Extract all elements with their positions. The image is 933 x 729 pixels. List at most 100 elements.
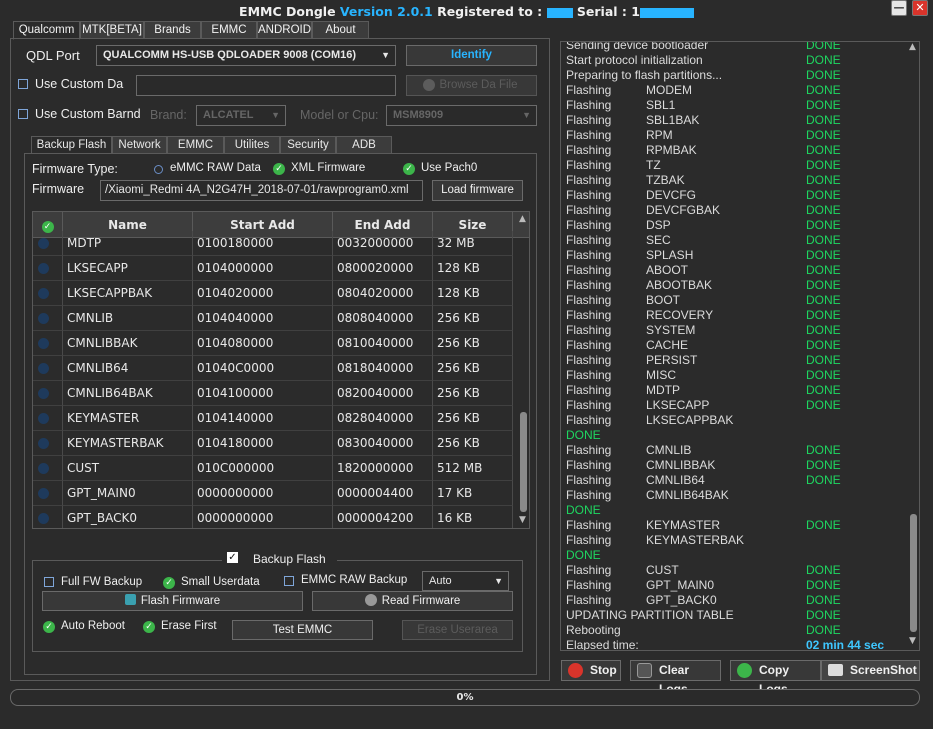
- log-action: Flashing: [566, 143, 612, 157]
- erase-userarea-button[interactable]: Erase Userarea: [402, 620, 513, 640]
- custom-da-path-input[interactable]: [136, 75, 396, 96]
- row-checkbox[interactable]: [38, 263, 49, 274]
- full-fw-backup-checkbox[interactable]: [44, 577, 54, 587]
- emmc-raw-backup-checkbox[interactable]: [284, 576, 294, 586]
- table-row[interactable]: CMNLIB64 01040C0000 0818040000 256 KB: [33, 356, 513, 381]
- row-select-cell[interactable]: [33, 356, 63, 381]
- log-status: 02 min 44 sec: [806, 638, 885, 651]
- row-checkbox[interactable]: [38, 463, 49, 474]
- row-select-cell[interactable]: [33, 381, 63, 406]
- row-select-cell[interactable]: [33, 481, 63, 506]
- scroll-up-icon[interactable]: ▲: [519, 214, 526, 224]
- chevron-down-icon: ▼: [381, 50, 390, 60]
- scroll-down-icon[interactable]: ▼: [519, 515, 526, 525]
- table-row[interactable]: LKSECAPPBAK 0104020000 0804020000 128 KB: [33, 281, 513, 306]
- table-row[interactable]: GPT_MAIN0 0000000000 0000004400 17 KB: [33, 481, 513, 506]
- copy-logs-button[interactable]: Copy Logs: [730, 660, 821, 696]
- row-checkbox[interactable]: [38, 388, 49, 399]
- log-action: Flashing: [566, 368, 612, 382]
- table-row[interactable]: CMNLIB64BAK 0104100000 0820040000 256 KB: [33, 381, 513, 406]
- minimize-button[interactable]: —: [891, 0, 907, 16]
- row-select-cell[interactable]: [33, 431, 63, 456]
- xml-firmware-check-icon[interactable]: ✓: [273, 163, 285, 175]
- close-button[interactable]: ✕: [912, 0, 928, 16]
- row-checkbox[interactable]: [38, 338, 49, 349]
- row-select-cell[interactable]: [33, 331, 63, 356]
- backup-flash-checkbox[interactable]: ✓: [227, 552, 238, 563]
- row-checkbox[interactable]: [38, 313, 49, 324]
- row-checkbox[interactable]: [38, 363, 49, 374]
- table-row[interactable]: KEYMASTER 0104140000 0828040000 256 KB: [33, 406, 513, 431]
- cell-start-add: 0104180000: [193, 431, 333, 456]
- backup-mode-select[interactable]: Auto ▼: [422, 571, 509, 591]
- camera-icon: [828, 664, 843, 676]
- table-scroll-thumb[interactable]: [520, 412, 527, 512]
- log-partition: LKSECAPP: [646, 398, 710, 412]
- row-checkbox[interactable]: [38, 513, 49, 524]
- row-select-cell[interactable]: [33, 281, 63, 306]
- row-select-cell[interactable]: [33, 306, 63, 331]
- log-scroll-thumb[interactable]: [910, 514, 917, 632]
- tab-sub-emmc[interactable]: EMMC: [167, 136, 224, 154]
- log-partition: CMNLIB64: [646, 473, 705, 487]
- erase-first-check-icon[interactable]: ✓: [143, 621, 155, 633]
- tab-android[interactable]: ANDROID: [257, 21, 312, 39]
- log-action: Flashing: [566, 518, 612, 532]
- use-custom-da-checkbox[interactable]: [18, 79, 28, 89]
- tab-emmc[interactable]: EMMC: [201, 21, 257, 39]
- tab-mtk[interactable]: MTK[BETA]: [80, 21, 144, 39]
- table-row[interactable]: LKSECAPP 0104000000 0800020000 128 KB: [33, 256, 513, 281]
- log-partition: CMNLIB: [646, 443, 692, 457]
- browse-da-button[interactable]: Browse Da File: [406, 75, 537, 96]
- table-scrollbar[interactable]: ▲ ▼: [516, 212, 530, 528]
- model-select[interactable]: MSM8909 ▼: [386, 105, 537, 126]
- row-select-cell[interactable]: [33, 231, 63, 256]
- log-scrollbar[interactable]: ▲ ▼: [907, 41, 920, 651]
- row-checkbox[interactable]: [38, 488, 49, 499]
- scroll-down-icon[interactable]: ▼: [909, 636, 916, 646]
- test-emmc-button[interactable]: Test EMMC: [232, 620, 373, 640]
- row-select-cell[interactable]: [33, 406, 63, 431]
- table-row[interactable]: GPT_BACK0 0000000000 0000004200 16 KB: [33, 506, 513, 528]
- log-status: DONE: [806, 188, 841, 202]
- small-userdata-check-icon[interactable]: ✓: [163, 577, 175, 589]
- table-row[interactable]: CUST 010C000000 1820000000 512 MB: [33, 456, 513, 481]
- table-row[interactable]: CMNLIB 0104040000 0808040000 256 KB: [33, 306, 513, 331]
- clear-logs-button[interactable]: Clear Logs: [630, 660, 721, 696]
- row-checkbox[interactable]: [38, 238, 49, 249]
- raw-data-radio[interactable]: [154, 165, 163, 174]
- table-row[interactable]: KEYMASTERBAK 0104180000 0830040000 256 KB: [33, 431, 513, 456]
- read-firmware-button[interactable]: Read Firmware: [312, 591, 513, 611]
- row-checkbox[interactable]: [38, 288, 49, 299]
- tab-network[interactable]: Network: [112, 136, 167, 154]
- cell-name: MDTP: [63, 231, 193, 256]
- row-select-cell[interactable]: [33, 506, 63, 528]
- firmware-path-input[interactable]: /Xiaomi_Redmi 4A_N2G47H_2018-07-01/rawpr…: [100, 180, 423, 201]
- table-row[interactable]: MDTP 0100180000 0032000000 32 MB: [33, 231, 513, 256]
- qdl-port-select[interactable]: QUALCOMM HS-USB QDLOADER 9008 (COM16) ▼: [96, 45, 396, 66]
- tab-backup-flash[interactable]: Backup Flash: [31, 136, 112, 154]
- tab-about[interactable]: About: [312, 21, 369, 39]
- row-select-cell[interactable]: [33, 256, 63, 281]
- load-firmware-button[interactable]: Load firmware: [432, 180, 523, 201]
- use-pach-check-icon[interactable]: ✓: [403, 163, 415, 175]
- flash-firmware-button[interactable]: Flash Firmware: [42, 591, 303, 611]
- brand-select[interactable]: ALCATEL ▼: [196, 105, 286, 126]
- row-checkbox[interactable]: [38, 438, 49, 449]
- stop-button[interactable]: Stop: [561, 660, 621, 681]
- row-select-cell[interactable]: [33, 456, 63, 481]
- tab-adb[interactable]: ADB: [336, 136, 392, 154]
- log-partition: MDTP: [646, 383, 680, 397]
- auto-reboot-check-icon[interactable]: ✓: [43, 621, 55, 633]
- table-row[interactable]: CMNLIBBAK 0104080000 0810040000 256 KB: [33, 331, 513, 356]
- screenshot-button[interactable]: ScreenShot: [821, 660, 920, 681]
- use-custom-brand-checkbox[interactable]: [18, 109, 28, 119]
- tab-security[interactable]: Security: [280, 136, 336, 154]
- gear-icon: [364, 594, 377, 606]
- tab-utilites[interactable]: Utilites: [224, 136, 280, 154]
- log-partition: SBL1: [646, 98, 676, 112]
- identify-button[interactable]: Identify: [406, 45, 537, 66]
- row-checkbox[interactable]: [38, 413, 49, 424]
- scroll-up-icon[interactable]: ▲: [909, 42, 916, 52]
- tab-brands[interactable]: Brands: [144, 21, 201, 39]
